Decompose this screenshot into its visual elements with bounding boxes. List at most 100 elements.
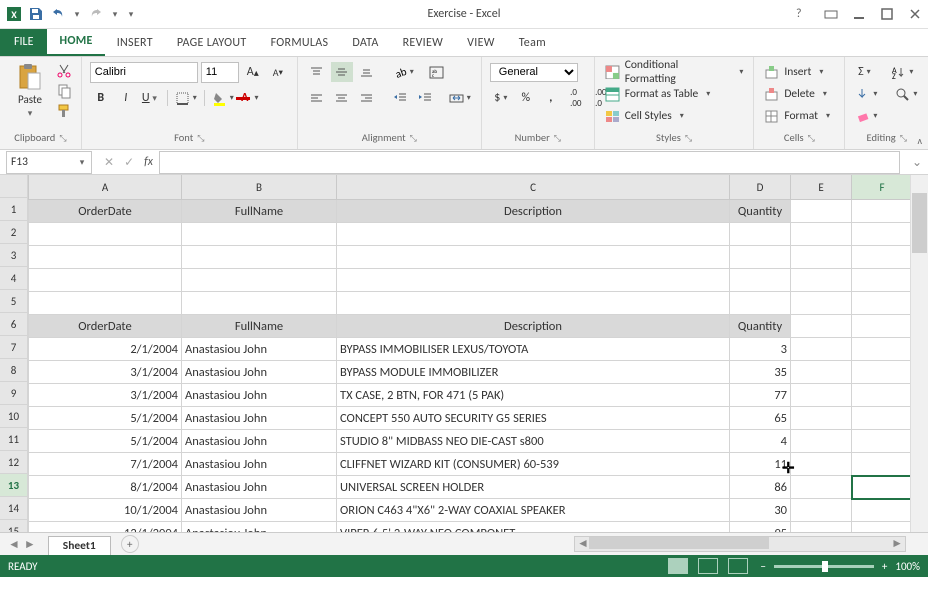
cell[interactable]: 7/1/2004: [29, 453, 182, 476]
cell[interactable]: [791, 384, 852, 407]
font-name-input[interactable]: [90, 62, 198, 83]
cell[interactable]: Anastasiou John: [182, 407, 337, 430]
expand-formula-bar-icon[interactable]: ⌄: [906, 155, 928, 170]
maximize-icon[interactable]: [880, 7, 894, 21]
select-all-corner[interactable]: [0, 175, 28, 198]
sort-filter-button[interactable]: AZ: [889, 62, 915, 82]
font-color-button[interactable]: A: [239, 88, 261, 108]
cell[interactable]: 2/1/2004: [29, 338, 182, 361]
sheet-nav-next-icon[interactable]: ►: [24, 537, 36, 552]
cell[interactable]: [852, 384, 913, 407]
cell[interactable]: [791, 246, 852, 269]
cell[interactable]: [182, 292, 337, 315]
cell[interactable]: 4: [730, 430, 791, 453]
row-header[interactable]: 3: [0, 244, 28, 267]
cell[interactable]: VIPER 6.5' 2-WAY NEO COMPONET: [337, 522, 730, 533]
cell[interactable]: [852, 430, 913, 453]
cell[interactable]: [29, 246, 182, 269]
tab-team[interactable]: Team: [507, 30, 558, 56]
align-left-icon[interactable]: [306, 88, 328, 108]
copy-icon[interactable]: [56, 83, 72, 99]
undo-dropdown[interactable]: ▾: [72, 9, 82, 20]
cell[interactable]: ORION C463 4"X6" 2-WAY COAXIAL SPEAKER: [337, 499, 730, 522]
sheet-nav-prev-icon[interactable]: ◄: [8, 537, 20, 552]
redo-dropdown[interactable]: ▾: [110, 9, 120, 20]
cell[interactable]: [852, 292, 913, 315]
close-icon[interactable]: [908, 7, 922, 21]
insert-cells-button[interactable]: Insert: [762, 61, 836, 83]
cell[interactable]: [852, 246, 913, 269]
vertical-scrollbar[interactable]: [910, 175, 928, 532]
cell[interactable]: [791, 430, 852, 453]
cell[interactable]: 11: [730, 453, 791, 476]
format-cells-button[interactable]: Format: [762, 105, 836, 127]
conditional-formatting-button[interactable]: Conditional Formatting: [603, 61, 746, 83]
cell[interactable]: TX CASE, 2 BTN, FOR 471 (5 PAK): [337, 384, 730, 407]
cell[interactable]: 77: [730, 384, 791, 407]
row-header[interactable]: 7: [0, 336, 28, 359]
add-sheet-button[interactable]: +: [121, 535, 139, 553]
tab-insert[interactable]: INSERT: [105, 30, 165, 56]
cell[interactable]: 10/1/2004: [29, 499, 182, 522]
cell[interactable]: [791, 223, 852, 246]
align-bottom-icon[interactable]: [356, 62, 378, 82]
qat-customize[interactable]: ▾: [126, 9, 136, 20]
merge-center-button[interactable]: [447, 88, 473, 108]
cell[interactable]: [852, 476, 913, 499]
redo-icon[interactable]: [88, 6, 104, 22]
cell[interactable]: 3: [730, 338, 791, 361]
find-select-button[interactable]: [893, 84, 919, 104]
cell[interactable]: [791, 292, 852, 315]
column-header-A[interactable]: A: [29, 175, 182, 200]
cell[interactable]: [337, 269, 730, 292]
cell[interactable]: [791, 200, 852, 223]
cell[interactable]: OrderDate: [29, 200, 182, 223]
cell[interactable]: [730, 292, 791, 315]
row-header[interactable]: 6: [0, 313, 28, 336]
cell[interactable]: 95: [730, 522, 791, 533]
tab-page-layout[interactable]: PAGE LAYOUT: [165, 30, 259, 56]
cell[interactable]: [852, 315, 913, 338]
cell[interactable]: Anastasiou John: [182, 361, 337, 384]
cell[interactable]: Anastasiou John: [182, 430, 337, 453]
row-header[interactable]: 13: [0, 474, 28, 497]
cell[interactable]: UNIVERSAL SCREEN HOLDER: [337, 476, 730, 499]
help-icon[interactable]: ?: [796, 7, 810, 21]
align-top-icon[interactable]: [306, 62, 328, 82]
cell[interactable]: [791, 361, 852, 384]
cell[interactable]: Anastasiou John: [182, 522, 337, 533]
cell[interactable]: Description: [337, 200, 730, 223]
accounting-format-icon[interactable]: $: [490, 88, 512, 108]
cell[interactable]: [852, 200, 913, 223]
clear-button[interactable]: [853, 106, 879, 126]
cell[interactable]: 5/1/2004: [29, 407, 182, 430]
comma-format-icon[interactable]: ,: [540, 88, 562, 108]
tab-formulas[interactable]: FORMULAS: [259, 30, 341, 56]
formula-bar[interactable]: [159, 151, 900, 174]
tab-home[interactable]: HOME: [47, 28, 104, 56]
underline-button[interactable]: U▾: [140, 88, 162, 108]
increase-decimal-icon[interactable]: .0.00: [565, 88, 587, 108]
cell[interactable]: [730, 223, 791, 246]
row-header[interactable]: 4: [0, 267, 28, 290]
percent-format-icon[interactable]: %: [515, 88, 537, 108]
column-header-C[interactable]: C: [337, 175, 730, 200]
cell[interactable]: Anastasiou John: [182, 384, 337, 407]
cell[interactable]: [337, 223, 730, 246]
cell[interactable]: Anastasiou John: [182, 499, 337, 522]
cell[interactable]: [730, 246, 791, 269]
cell[interactable]: 5/1/2004: [29, 430, 182, 453]
collapse-ribbon-icon[interactable]: ʌ: [917, 134, 922, 147]
cell[interactable]: STUDIO 8" MIDBASS NEO DIE-CAST s800: [337, 430, 730, 453]
row-header[interactable]: 5: [0, 290, 28, 313]
increase-font-icon[interactable]: A▴: [242, 62, 264, 82]
cell[interactable]: [852, 223, 913, 246]
cell[interactable]: [29, 223, 182, 246]
orientation-icon[interactable]: ab: [390, 62, 416, 82]
minimize-icon[interactable]: [852, 7, 866, 21]
cell[interactable]: Quantity: [730, 200, 791, 223]
cell[interactable]: Description: [337, 315, 730, 338]
cell[interactable]: [29, 292, 182, 315]
cell[interactable]: 86: [730, 476, 791, 499]
zoom-slider[interactable]: [774, 565, 874, 568]
